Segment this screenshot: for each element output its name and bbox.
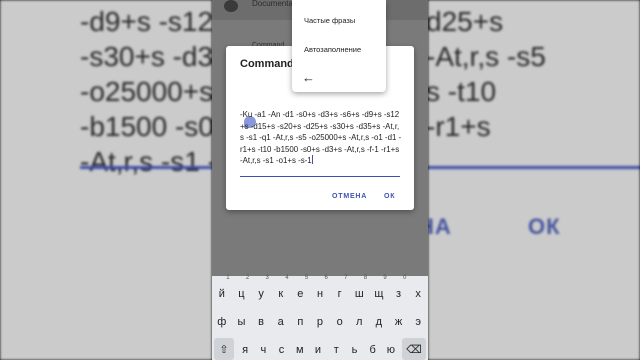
- key-ю[interactable]: ю: [382, 338, 400, 360]
- key-label: у: [258, 288, 264, 300]
- popup-item-autofill[interactable]: Автозаполнение: [304, 45, 361, 54]
- key-к[interactable]: к4: [271, 275, 291, 304]
- key-ф[interactable]: ф: [212, 310, 232, 332]
- background-left-panel: -d9+s -s12+ -s30+s -d3 -o25000+s -b1500 …: [0, 0, 212, 360]
- key-т[interactable]: т: [327, 338, 345, 360]
- key-number-hint: 2: [245, 275, 250, 281]
- github-icon[interactable]: [224, 0, 238, 12]
- key-з[interactable]: з0: [389, 275, 409, 304]
- key-щ[interactable]: щ9: [369, 275, 389, 304]
- key-у[interactable]: у3: [251, 275, 271, 304]
- key-label: ш: [354, 288, 364, 300]
- key-number-hint: 0: [403, 275, 407, 281]
- keyboard-row-2: фывапролджэ: [212, 308, 428, 332]
- key-ш[interactable]: ш8: [349, 275, 369, 304]
- keyboard-row-3: ⇧ ⌫ ячсмитьбю: [212, 336, 428, 360]
- key-с[interactable]: с: [272, 338, 290, 360]
- key-й[interactable]: й1: [212, 275, 232, 304]
- key-р[interactable]: р: [310, 310, 330, 332]
- key-ч[interactable]: ч: [254, 338, 272, 360]
- key-label: щ: [374, 288, 384, 300]
- shift-key-icon[interactable]: ⇧: [214, 338, 234, 360]
- key-number-hint: 1: [226, 275, 230, 281]
- key-д[interactable]: д: [369, 310, 389, 332]
- key-ы[interactable]: ы: [232, 310, 252, 332]
- input-underline: [240, 176, 400, 177]
- key-label: н: [316, 288, 324, 300]
- suggestion-popup: Частые фразы Автозаполнение ←: [292, 0, 386, 92]
- keyboard-row-1: й1ц2у3к4е5н6г7ш8щ9з0х: [212, 275, 428, 304]
- key-н[interactable]: н6: [310, 275, 330, 304]
- dialog-title: Command l: [240, 58, 300, 70]
- key-number-hint: 7: [344, 275, 348, 281]
- key-ж[interactable]: ж: [389, 310, 409, 332]
- key-label: е: [297, 288, 304, 300]
- key-п[interactable]: п: [291, 310, 311, 332]
- key-э[interactable]: э: [408, 310, 428, 332]
- key-label: з: [396, 288, 402, 300]
- key-ц[interactable]: ц2: [232, 275, 252, 304]
- key-м[interactable]: м: [291, 338, 309, 360]
- key-number-hint: 9: [383, 275, 387, 281]
- ok-button[interactable]: ОК: [384, 193, 395, 200]
- backspace-key-icon[interactable]: ⌫: [402, 338, 426, 360]
- cancel-button[interactable]: ОТМЕНА: [332, 193, 367, 200]
- popup-item-frequent-phrases[interactable]: Частые фразы: [304, 16, 355, 25]
- key-label: ц: [238, 288, 245, 300]
- key-в[interactable]: в: [251, 310, 271, 332]
- key-я[interactable]: я: [236, 338, 254, 360]
- background-dim-overlay: [0, 0, 212, 360]
- command-input-text: -Ku -a1 -An -d1 -s0+s -d3+s -s6+s -d9+s …: [240, 110, 402, 166]
- background-right-panel: d25+s -At,r,s -s5 s -t10 -r1+s НА ОК: [428, 0, 640, 360]
- command-input[interactable]: -Ku -a1 -An -d1 -s0+s -d3+s -s6+s -d9+s …: [240, 109, 402, 167]
- key-number-hint: 5: [304, 275, 309, 281]
- key-и[interactable]: и: [309, 338, 327, 360]
- key-number-hint: 8: [363, 275, 368, 281]
- key-label: х: [415, 288, 421, 300]
- documents-label: Documenta: [252, 0, 293, 8]
- key-г[interactable]: г7: [330, 275, 350, 304]
- keyboard: й1ц2у3к4е5н6г7ш8щ9з0х фывапролджэ ⇧ ⌫ яч…: [212, 275, 428, 360]
- key-label: й: [218, 288, 225, 300]
- key-number-hint: 6: [324, 275, 328, 281]
- back-arrow-icon[interactable]: ←: [302, 70, 315, 85]
- key-label: к: [278, 288, 284, 300]
- key-ь[interactable]: ь: [345, 338, 363, 360]
- key-а[interactable]: а: [271, 310, 291, 332]
- key-л[interactable]: л: [349, 310, 369, 332]
- key-number-hint: 4: [285, 275, 289, 281]
- key-х[interactable]: х: [408, 282, 428, 304]
- text-cursor: [311, 155, 313, 165]
- key-label: г: [337, 288, 342, 300]
- key-е[interactable]: е5: [291, 275, 311, 304]
- key-number-hint: 3: [265, 275, 269, 281]
- background-dim-overlay-right: [428, 0, 640, 360]
- key-б[interactable]: б: [364, 338, 382, 360]
- key-о[interactable]: о: [330, 310, 350, 332]
- phone-screen: Documenta Command Command l -Ku -a1 -An …: [212, 0, 428, 360]
